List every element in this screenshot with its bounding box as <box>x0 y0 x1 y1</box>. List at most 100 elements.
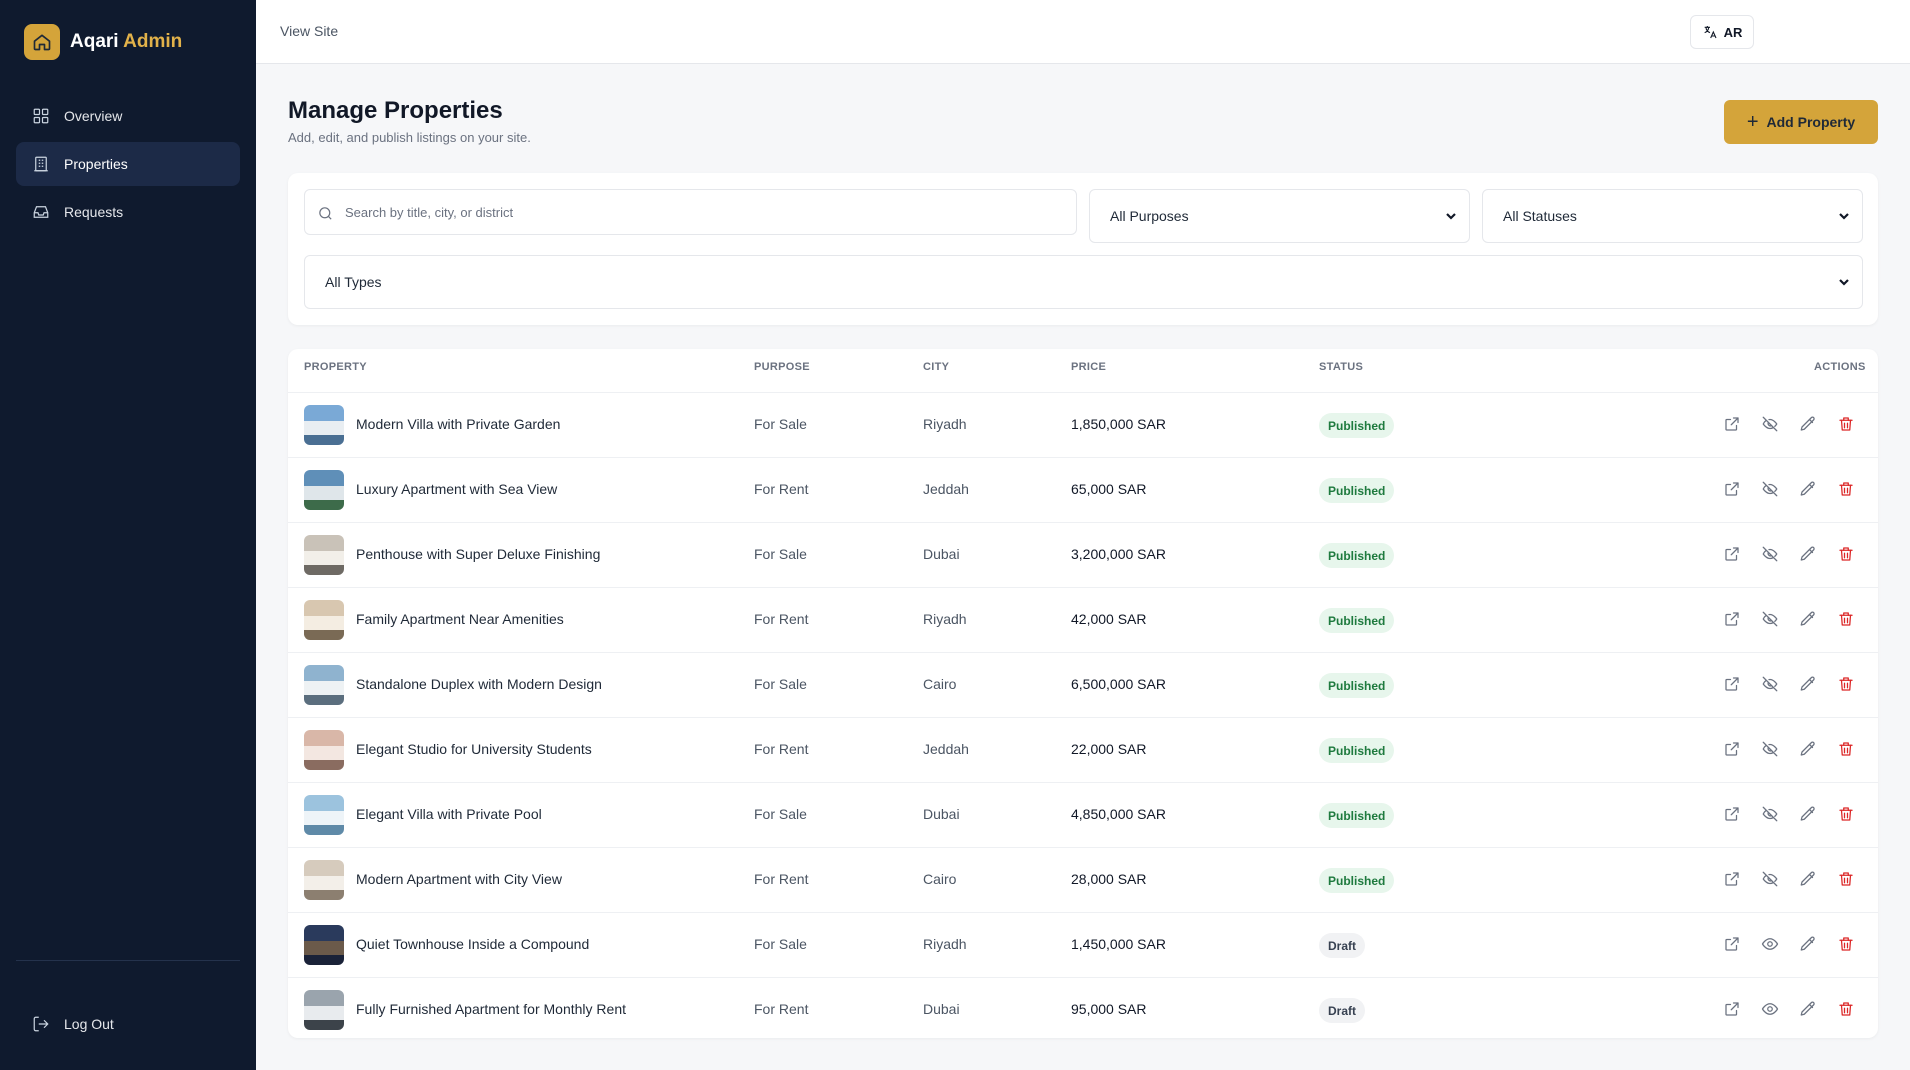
table-row[interactable]: Quiet Townhouse Inside a Compound For Sal… <box>288 912 1878 977</box>
delete-button[interactable] <box>1837 740 1855 758</box>
delete-button[interactable] <box>1837 1000 1855 1018</box>
open-listing-button[interactable] <box>1723 870 1741 888</box>
edit-button[interactable] <box>1799 870 1817 888</box>
type-select[interactable]: All Types <box>304 255 1863 309</box>
filters-card: All Purposes All Statuses All Types <box>288 173 1878 325</box>
open-listing-button[interactable] <box>1723 740 1741 758</box>
brand[interactable]: Aqari Admin <box>24 24 182 60</box>
table-row[interactable]: Elegant Studio for University Students Fo… <box>288 717 1878 782</box>
table-row[interactable]: Penthouse with Super Deluxe Finishing For… <box>288 522 1878 587</box>
sidebar-item-properties[interactable]: Properties <box>16 142 240 186</box>
property-price: 6,500,000 SAR <box>1071 676 1166 692</box>
table-row[interactable]: Elegant Villa with Private Pool For Sale D… <box>288 782 1878 847</box>
add-property-button[interactable]: + Add Property <box>1724 100 1878 144</box>
table-row[interactable]: Luxury Apartment with Sea View For Rent Je… <box>288 457 1878 522</box>
table-row[interactable]: Standalone Duplex with Modern Design For … <box>288 652 1878 717</box>
delete-button[interactable] <box>1837 805 1855 823</box>
property-thumbnail <box>304 795 344 835</box>
unpublish-button[interactable] <box>1761 740 1779 758</box>
unpublish-button[interactable] <box>1761 675 1779 693</box>
unpublish-button[interactable] <box>1761 480 1779 498</box>
property-city: Jeddah <box>923 741 969 757</box>
search-input[interactable] <box>305 190 1076 234</box>
edit-button[interactable] <box>1799 935 1817 953</box>
pencil-icon <box>1800 741 1815 756</box>
edit-button[interactable] <box>1799 480 1817 498</box>
row-actions <box>1723 545 1855 563</box>
view-site-link[interactable]: View Site <box>280 23 338 39</box>
pencil-icon <box>1800 871 1815 886</box>
unpublish-button[interactable] <box>1761 610 1779 628</box>
edit-button[interactable] <box>1799 1000 1817 1018</box>
table-row[interactable]: Modern Villa with Private Garden For Sale… <box>288 392 1878 457</box>
language-label: AR <box>1723 24 1743 40</box>
open-listing-button[interactable] <box>1723 415 1741 433</box>
open-listing-button[interactable] <box>1723 480 1741 498</box>
delete-button[interactable] <box>1837 480 1855 498</box>
pencil-icon <box>1800 416 1815 431</box>
unpublish-button[interactable] <box>1761 805 1779 823</box>
property-title[interactable]: Elegant Studio for University Students <box>356 741 592 757</box>
column-header-price: Price <box>1071 361 1107 373</box>
edit-button[interactable] <box>1799 740 1817 758</box>
language-toggle-button[interactable]: AR <box>1690 15 1754 49</box>
status-badge: Published <box>1319 608 1395 633</box>
table-row[interactable]: Fully Furnished Apartment for Monthly Re… <box>288 977 1878 1042</box>
table-row[interactable]: Family Apartment Near Amenities For Rent R… <box>288 587 1878 652</box>
property-title[interactable]: Modern Villa with Private Garden <box>356 416 560 432</box>
plus-icon: + <box>1746 111 1759 133</box>
eye-off-icon <box>1762 806 1778 822</box>
eye-off-icon <box>1762 611 1778 627</box>
open-listing-button[interactable] <box>1723 675 1741 693</box>
publish-button[interactable] <box>1761 1000 1779 1018</box>
edit-button[interactable] <box>1799 415 1817 433</box>
property-purpose: For Rent <box>754 1001 809 1017</box>
property-title[interactable]: Fully Furnished Apartment for Monthly Re… <box>356 1001 626 1017</box>
property-title[interactable]: Modern Apartment with City View <box>356 871 562 887</box>
unpublish-button[interactable] <box>1761 870 1779 888</box>
trash-icon <box>1839 417 1853 431</box>
delete-button[interactable] <box>1837 870 1855 888</box>
row-actions <box>1723 480 1855 498</box>
delete-button[interactable] <box>1837 545 1855 563</box>
publish-button[interactable] <box>1761 935 1779 953</box>
property-title[interactable]: Family Apartment Near Amenities <box>356 611 564 627</box>
edit-button[interactable] <box>1799 675 1817 693</box>
logout-label: Log Out <box>64 1016 114 1032</box>
delete-button[interactable] <box>1837 675 1855 693</box>
property-title[interactable]: Penthouse with Super Deluxe Finishing <box>356 546 600 562</box>
unpublish-button[interactable] <box>1761 545 1779 563</box>
property-title[interactable]: Luxury Apartment with Sea View <box>356 481 557 497</box>
unpublish-button[interactable] <box>1761 415 1779 433</box>
column-header-status: Status <box>1319 361 1364 373</box>
property-title[interactable]: Quiet Townhouse Inside a Compound <box>356 936 589 952</box>
property-purpose: For Rent <box>754 611 809 627</box>
delete-button[interactable] <box>1837 610 1855 628</box>
sidebar-item-overview[interactable]: Overview <box>16 94 240 138</box>
property-title[interactable]: Elegant Villa with Private Pool <box>356 806 542 822</box>
open-listing-button[interactable] <box>1723 805 1741 823</box>
edit-button[interactable] <box>1799 545 1817 563</box>
property-city: Jeddah <box>923 481 969 497</box>
edit-button[interactable] <box>1799 610 1817 628</box>
edit-button[interactable] <box>1799 805 1817 823</box>
logout-button[interactable]: Log Out <box>16 1002 240 1046</box>
open-listing-button[interactable] <box>1723 545 1741 563</box>
eye-icon <box>1761 1003 1779 1015</box>
open-listing-button[interactable] <box>1723 935 1741 953</box>
status-badge: Published <box>1319 543 1395 568</box>
sidebar-item-requests[interactable]: Requests <box>16 190 240 234</box>
delete-button[interactable] <box>1837 415 1855 433</box>
table-row[interactable]: Modern Apartment with City View For Rent C… <box>288 847 1878 912</box>
purpose-select[interactable]: All Purposes <box>1089 189 1470 243</box>
open-listing-button[interactable] <box>1723 1000 1741 1018</box>
delete-button[interactable] <box>1837 935 1855 953</box>
open-listing-button[interactable] <box>1723 610 1741 628</box>
eye-off-icon <box>1762 481 1778 497</box>
external-link-icon <box>1725 937 1739 951</box>
trash-icon <box>1839 807 1853 821</box>
status-select[interactable]: All Statuses <box>1482 189 1863 243</box>
property-city: Dubai <box>923 546 960 562</box>
property-title[interactable]: Standalone Duplex with Modern Design <box>356 676 602 692</box>
property-city: Riyadh <box>923 611 967 627</box>
